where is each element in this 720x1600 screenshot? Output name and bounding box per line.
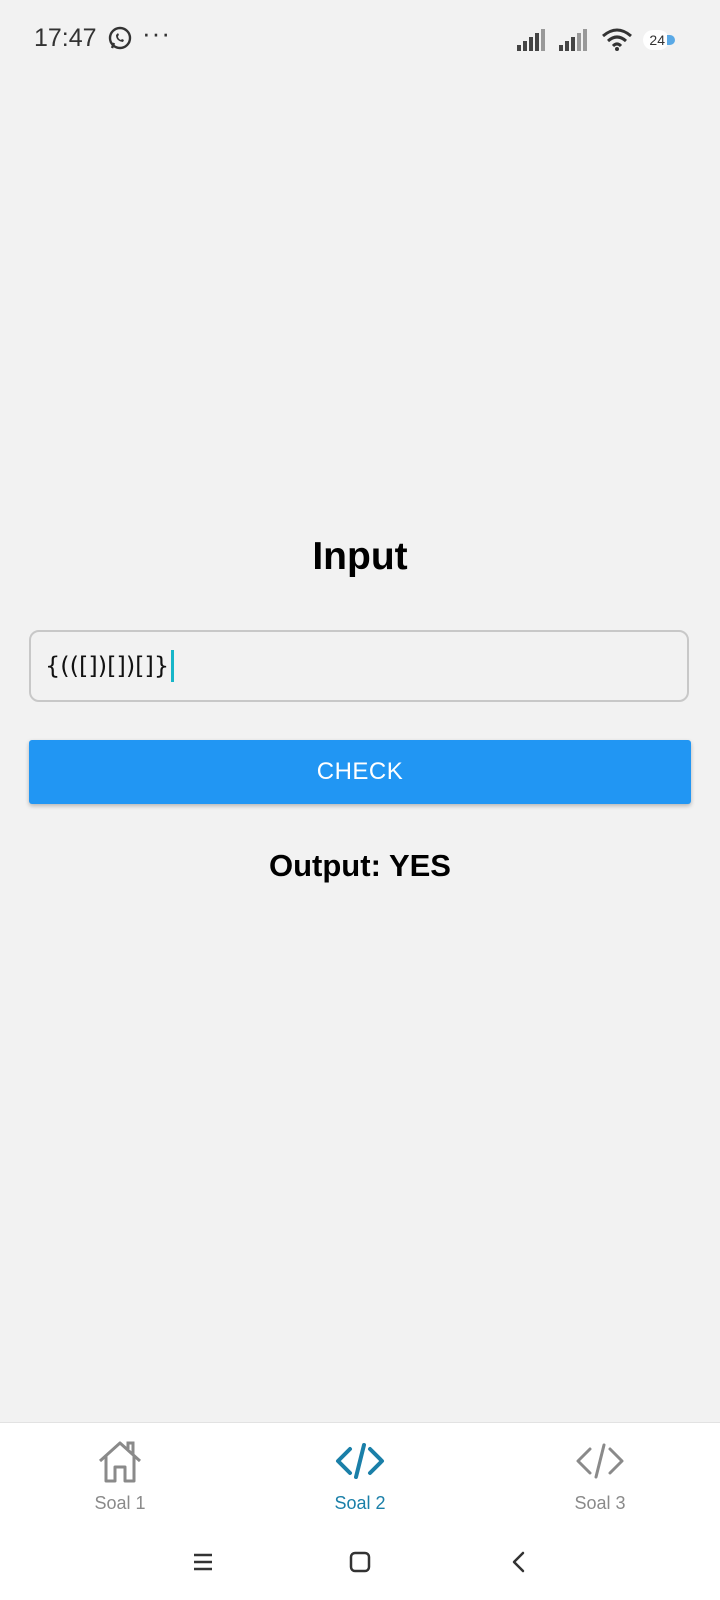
wifi-icon bbox=[602, 28, 633, 51]
menu-icon[interactable] bbox=[183, 1542, 223, 1582]
input-value: {(([])[])[]} bbox=[45, 652, 170, 680]
output-result: Output: YES bbox=[269, 848, 451, 883]
whatsapp-icon bbox=[108, 26, 132, 50]
tab-soal-1-label: Soal 1 bbox=[94, 1493, 146, 1513]
code-icon bbox=[576, 1443, 624, 1479]
check-button[interactable]: CHECK bbox=[29, 740, 691, 804]
signal-icon bbox=[559, 29, 588, 51]
system-nav-bar bbox=[0, 1524, 720, 1600]
home-icon bbox=[98, 1441, 142, 1483]
tab-soal-2[interactable]: Soal 2 bbox=[240, 1423, 480, 1525]
status-icons: 24 bbox=[517, 25, 675, 55]
brackets-input[interactable]: {(([])[])[]} bbox=[29, 630, 689, 702]
text-caret bbox=[171, 650, 175, 682]
page-title: Input bbox=[312, 535, 408, 578]
status-bar: 17:47 ··· 24 bbox=[0, 0, 720, 80]
tab-soal-1[interactable]: Soal 1 bbox=[0, 1423, 240, 1525]
home-square-icon[interactable] bbox=[340, 1542, 380, 1582]
back-icon[interactable] bbox=[500, 1542, 540, 1582]
status-time: 17:47 bbox=[34, 24, 97, 52]
code-icon bbox=[336, 1443, 384, 1479]
tab-soal-2-label: Soal 2 bbox=[334, 1493, 386, 1513]
signal-icon bbox=[517, 29, 546, 51]
bottom-nav: Soal 1 Soal 2 Soal 3 bbox=[0, 1422, 720, 1525]
more-notifications-icon: ··· bbox=[142, 18, 171, 48]
tab-soal-3[interactable]: Soal 3 bbox=[480, 1423, 720, 1525]
battery-icon: 24 bbox=[643, 30, 675, 50]
battery-level: 24 bbox=[643, 30, 669, 50]
battery-cap bbox=[667, 35, 675, 45]
tab-soal-3-label: Soal 3 bbox=[574, 1493, 626, 1513]
